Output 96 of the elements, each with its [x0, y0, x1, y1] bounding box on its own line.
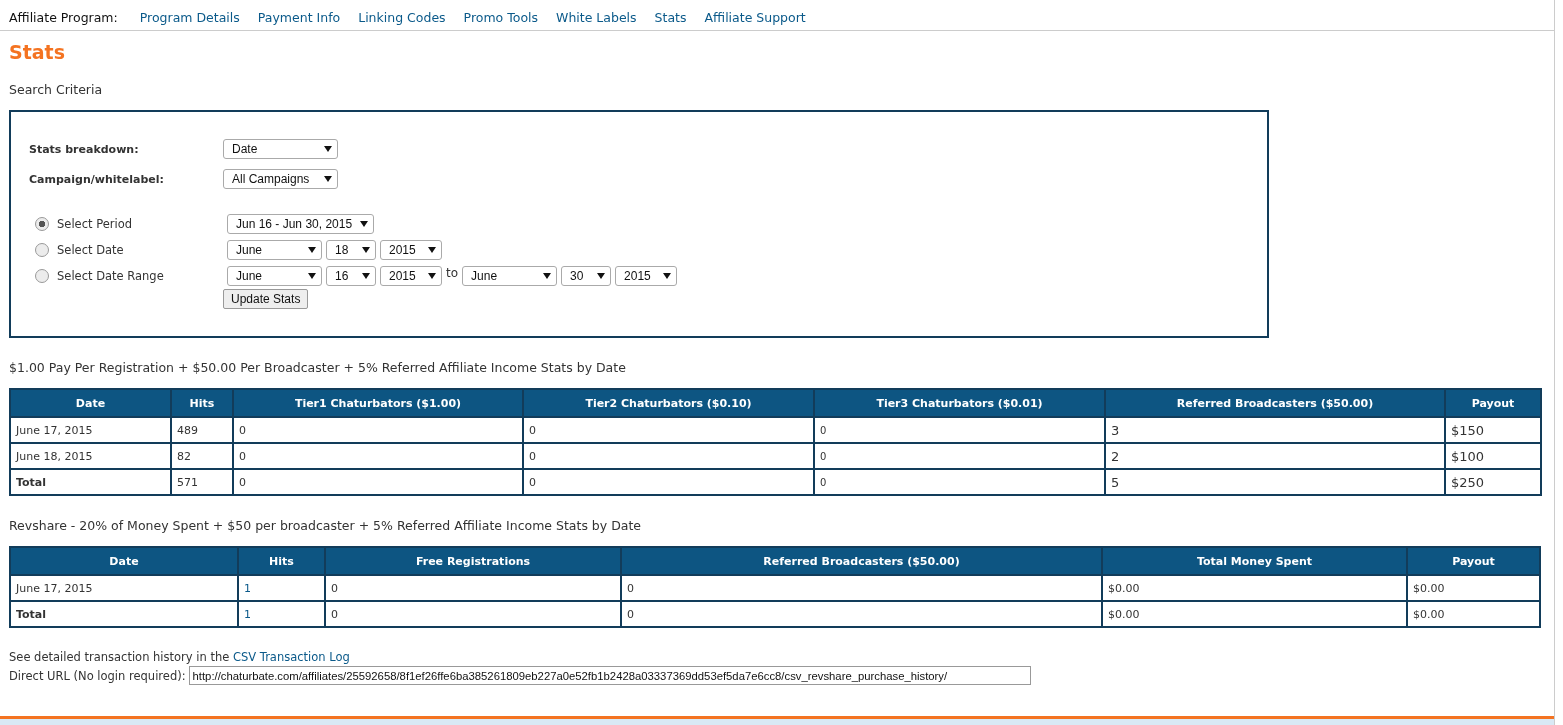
dropdown[interactable]: All Campaigns: [223, 169, 338, 189]
column-header: Hits: [171, 389, 233, 417]
table-cell: 0: [621, 575, 1102, 601]
caret-icon: [360, 221, 369, 227]
dropdown[interactable]: June: [227, 240, 322, 260]
dropdown[interactable]: June: [462, 266, 558, 286]
table-cell: 571: [171, 469, 233, 495]
table-cell: $0.00: [1102, 601, 1407, 627]
column-header: Total Money Spent: [1102, 547, 1407, 575]
nav-link[interactable]: Linking Codes: [358, 9, 446, 25]
caret-icon: [543, 273, 552, 279]
table-cell: 0: [814, 443, 1105, 469]
column-header: Date: [10, 389, 171, 417]
total-label: Total: [10, 469, 171, 495]
table-cell: 0: [325, 601, 621, 627]
dropdown[interactable]: 2015: [380, 266, 442, 286]
table-cell: 5: [1105, 469, 1445, 495]
nav-link[interactable]: Program Details: [139, 9, 240, 25]
caret-icon: [663, 273, 672, 279]
radio-label: Select Date: [57, 243, 124, 257]
table-cell: 0: [523, 443, 814, 469]
column-header: Referred Broadcasters ($50.00): [1105, 389, 1445, 417]
page-title: Stats: [9, 41, 65, 63]
radio-label: Select Date Range: [57, 269, 164, 283]
caret-icon: [362, 247, 370, 253]
table-cell: $0.00: [1102, 575, 1407, 601]
nav-link[interactable]: White Labels: [556, 9, 637, 25]
table-cell: 3: [1105, 417, 1445, 443]
table-cell: 0: [814, 417, 1105, 443]
nav-link[interactable]: Affiliate Support: [704, 9, 806, 25]
table-cell: June 17, 2015: [10, 575, 238, 601]
table-cell: 0: [523, 469, 814, 495]
nav-label: Affiliate Program:: [9, 9, 118, 25]
caret-icon: [308, 247, 316, 253]
field-label: Stats breakdown:: [29, 142, 140, 156]
table-title: Revshare - 20% of Money Spent + $50 per broadcaster + 5% Referred Affiliate Income Stats by Date: [9, 518, 642, 533]
range-separator: to: [446, 266, 459, 280]
caret-icon: [428, 273, 436, 279]
table-cell: 0: [621, 601, 1102, 627]
table-link[interactable]: 1: [238, 601, 325, 627]
caret-icon: [597, 273, 606, 279]
table-cell: June 18, 2015: [10, 443, 171, 469]
column-header: Tier3 Chaturbators ($0.01): [814, 389, 1105, 417]
table-cell: $0.00: [1407, 601, 1540, 627]
table-cell: 0: [325, 575, 621, 601]
column-header: Referred Broadcasters ($50.00): [621, 547, 1102, 575]
caret-icon: [324, 176, 332, 182]
caret-icon: [308, 273, 316, 279]
table-cell: 82: [171, 443, 233, 469]
column-header: Date: [10, 547, 238, 575]
nav-link[interactable]: Promo Tools: [463, 9, 539, 25]
column-header: Hits: [238, 547, 325, 575]
url-label: Direct URL (No login required):: [9, 668, 186, 683]
dropdown[interactable]: Jun 16 - Jun 30, 2015: [227, 214, 375, 234]
caret-icon: [428, 247, 436, 253]
column-header: Tier1 Chaturbators ($1.00): [233, 389, 523, 417]
total-label: Total: [10, 601, 238, 627]
table-cell: 489: [171, 417, 233, 443]
table-cell: June 17, 2015: [10, 417, 171, 443]
csv-log-link[interactable]: CSV Transaction Log: [232, 650, 350, 664]
nav-link[interactable]: Stats: [654, 9, 687, 25]
dropdown[interactable]: 18: [326, 240, 376, 260]
update-stats-button[interactable]: Update Stats: [223, 289, 309, 309]
radio-button[interactable]: [35, 269, 49, 283]
dropdown[interactable]: June: [227, 266, 322, 286]
table-cell: $250: [1445, 469, 1541, 495]
table-cell: $150: [1445, 417, 1541, 443]
column-header: Payout: [1407, 547, 1540, 575]
dropdown[interactable]: 30: [561, 266, 612, 286]
table-cell: 0: [233, 443, 523, 469]
table-link[interactable]: 1: [238, 575, 325, 601]
field-label: Campaign/whitelabel:: [29, 172, 165, 186]
column-header: Free Registrations: [325, 547, 621, 575]
table-cell: $100: [1445, 443, 1541, 469]
radio-button[interactable]: [35, 217, 49, 231]
table-cell: 0: [233, 417, 523, 443]
history-text: See detailed transaction history in the CSV Transaction Log: [9, 650, 350, 664]
dropdown[interactable]: Date: [223, 139, 338, 159]
table-cell: 2: [1105, 443, 1445, 469]
table-cell: 0: [814, 469, 1105, 495]
dropdown[interactable]: 2015: [380, 240, 442, 260]
radio-label: Select Period: [57, 217, 132, 231]
caret-icon: [324, 146, 332, 152]
url-field[interactable]: http://chaturbate.com/affiliates/25592658/8f1ef26ffe6ba385261809eb227a0e52fb1b2428a03337369dd53ef5da7e6cc8/csv_revshare_purchase_history/: [188, 666, 1031, 685]
column-header: Tier2 Chaturbators ($0.10): [523, 389, 814, 417]
dropdown[interactable]: 16: [326, 266, 376, 286]
column-header: Payout: [1445, 389, 1541, 417]
caret-icon: [362, 273, 370, 279]
dropdown[interactable]: 2015: [615, 266, 678, 286]
table-cell: $0.00: [1407, 575, 1540, 601]
section-heading: Search Criteria: [9, 82, 103, 97]
nav-link[interactable]: Payment Info: [257, 9, 341, 25]
table-title: $1.00 Pay Per Registration + $50.00 Per Broadcaster + 5% Referred Affiliate Income Stats by Date: [9, 360, 626, 375]
table-cell: 0: [233, 469, 523, 495]
radio-button[interactable]: [35, 243, 49, 257]
table-cell: 0: [523, 417, 814, 443]
